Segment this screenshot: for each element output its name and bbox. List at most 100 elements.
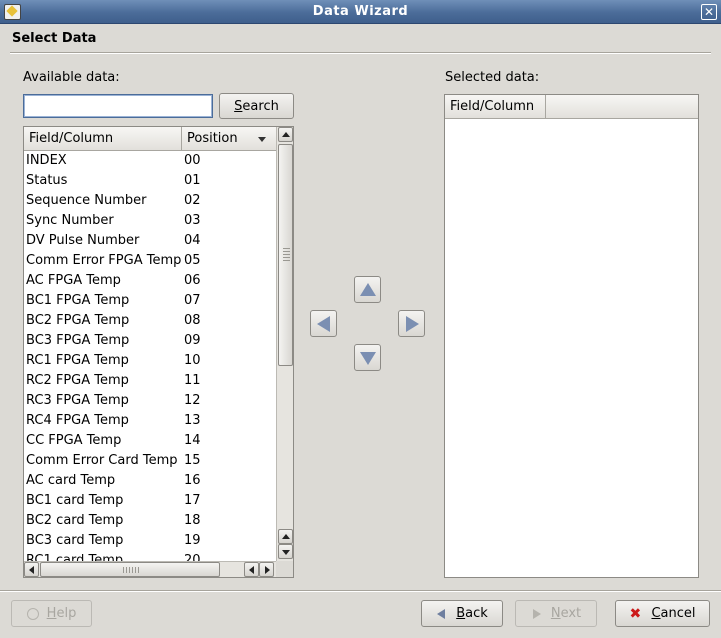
field-cell: RC2 FPGA Temp [26,373,129,388]
table-row[interactable]: BC2 card Temp 18 [24,511,276,531]
field-cell: DV Pulse Number [26,233,140,248]
table-row[interactable]: AC FPGA Temp 06 [24,271,276,291]
field-cell: AC FPGA Temp [26,273,121,288]
vertical-scrollbar[interactable] [276,127,293,561]
field-cell: AC card Temp [26,473,116,488]
move-down-button[interactable] [354,344,381,371]
search-button[interactable]: Search [219,93,294,119]
back-button[interactable]: Back [421,600,503,627]
next-button[interactable]: Next [515,600,597,627]
scroll-down-button[interactable] [278,544,293,559]
table-row[interactable]: Sync Number 03 [24,211,276,231]
table-row[interactable]: BC2 FPGA Temp 08 [24,311,276,331]
field-cell: RC1 FPGA Temp [26,353,129,368]
available-data-table: Field/Column Position INDEX 00 Status 01 Seq… [23,126,294,578]
wizard-header: Select Data [0,24,721,54]
remove-from-selection-button[interactable] [310,310,337,337]
cancel-button[interactable]: ✖ Cancel [615,600,710,627]
position-cell: 12 [184,393,201,408]
position-cell: 10 [184,353,201,368]
close-icon[interactable]: ✕ [701,4,717,20]
column-header-field[interactable]: Field/Column [24,127,182,151]
selected-column-header-field[interactable]: Field/Column [445,95,546,119]
table-row[interactable]: AC card Temp 16 [24,471,276,491]
available-data-label: Available data: [23,70,120,85]
table-row[interactable]: Sequence Number 02 [24,191,276,211]
grip-icon [123,567,139,573]
chevron-left-icon [249,566,254,574]
field-cell: Sequence Number [26,193,147,208]
table-row[interactable]: RC3 FPGA Temp 12 [24,391,276,411]
scroll-up-button-lower[interactable] [278,529,293,544]
window-title: Data Wizard [312,4,409,19]
field-cell: CC FPGA Temp [26,433,122,448]
arrow-left-icon [317,316,330,332]
field-cell: Sync Number [26,213,114,228]
arrow-down-icon [360,352,376,365]
arrow-right-icon [531,608,543,620]
page-title: Select Data [12,31,97,46]
header-divider [10,52,711,54]
position-cell: 02 [184,193,201,208]
scroll-right-button[interactable] [259,562,274,577]
chevron-up-icon [282,534,290,539]
table-row[interactable]: CC FPGA Temp 14 [24,431,276,451]
table-row[interactable]: INDEX 00 [24,151,276,171]
position-cell: 13 [184,413,201,428]
search-button-mnemonic: S [234,98,243,114]
chevron-down-icon [282,550,290,555]
help-button[interactable]: Help [11,600,92,627]
table-row[interactable]: RC4 FPGA Temp 13 [24,411,276,431]
add-to-selection-button[interactable] [398,310,425,337]
sort-descending-icon [258,137,266,142]
table-row[interactable]: BC3 card Temp 19 [24,531,276,551]
table-row[interactable]: BC1 card Temp 17 [24,491,276,511]
position-cell: 05 [184,253,201,268]
field-cell: BC1 FPGA Temp [26,293,130,308]
position-cell: 14 [184,433,201,448]
arrow-left-icon [436,608,448,620]
table-row[interactable]: RC1 FPGA Temp 10 [24,351,276,371]
table-body: INDEX 00 Status 01 Sequence Number 02 Sync Num… [24,151,276,561]
column-header-position[interactable]: Position [182,127,276,151]
position-cell: 08 [184,313,201,328]
field-cell: Comm Error FPGA Temp [26,253,182,268]
scroll-left-button[interactable] [24,562,39,577]
table-row[interactable]: Comm Error Card Temp 15 [24,451,276,471]
table-row[interactable]: RC2 FPGA Temp 11 [24,371,276,391]
table-row[interactable]: BC3 FPGA Temp 09 [24,331,276,351]
horizontal-scrollbar[interactable] [24,561,276,577]
search-input[interactable] [23,94,213,118]
position-cell: 18 [184,513,201,528]
position-cell: 06 [184,273,201,288]
selected-table-header: Field/Column [445,95,698,119]
move-up-button[interactable] [354,276,381,303]
field-cell: RC4 FPGA Temp [26,413,129,428]
scroll-left-button-right[interactable] [244,562,259,577]
field-cell: BC2 card Temp [26,513,124,528]
table-header: Field/Column Position [24,127,276,151]
field-cell: Status [26,173,68,188]
position-cell: 20 [184,553,201,561]
table-row[interactable]: Comm Error FPGA Temp 05 [24,251,276,271]
field-cell: BC3 FPGA Temp [26,333,130,348]
scroll-corner [276,561,293,577]
table-row[interactable]: BC1 FPGA Temp 07 [24,291,276,311]
scroll-up-button[interactable] [278,127,293,142]
field-cell: INDEX [26,153,67,168]
arrow-up-icon [360,283,376,296]
window-titlebar: Data Wizard ✕ [0,0,721,24]
position-cell: 04 [184,233,201,248]
scroll-thumb[interactable] [278,144,293,366]
search-button-label: earch [242,98,279,114]
arrow-right-icon [406,316,419,332]
field-cell: RC1 card Temp [26,553,124,561]
field-cell: RC3 FPGA Temp [26,393,129,408]
field-cell: BC3 card Temp [26,533,124,548]
position-cell: 07 [184,293,201,308]
position-cell: 16 [184,473,201,488]
table-row[interactable]: RC1 card Temp 20 [24,551,276,561]
table-row[interactable]: DV Pulse Number 04 [24,231,276,251]
table-row[interactable]: Status 01 [24,171,276,191]
h-scroll-thumb[interactable] [40,562,220,577]
